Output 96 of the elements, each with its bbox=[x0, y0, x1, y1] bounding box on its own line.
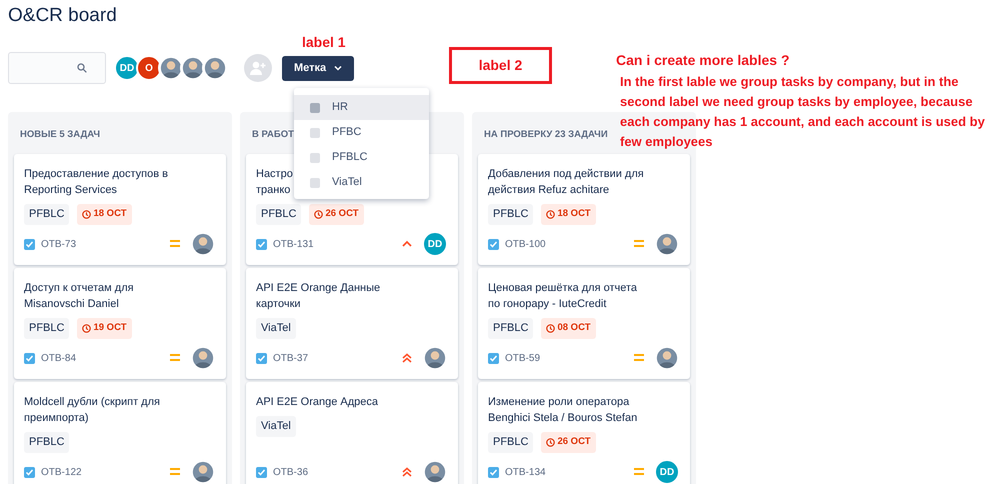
label-tag: PFBLC bbox=[488, 204, 534, 224]
item-label: PFBC bbox=[332, 125, 362, 140]
task-type-icon bbox=[256, 238, 267, 250]
task-card[interactable]: Изменение роли оператора Benghici Stela / Bouros Stefan PFBLC 26 ОСТ ОТВ-134 DD bbox=[478, 382, 690, 484]
issue-key[interactable]: ОТВ-36 bbox=[273, 464, 308, 480]
due-date-tag: 26 ОСТ bbox=[309, 204, 364, 224]
task-card[interactable]: Moldcell дубли (скрипт для преимпорта) PFBLC ОТВ-122 bbox=[14, 382, 226, 484]
task-card[interactable]: Добавления под действии для действия Refuz achitare PFBLC 18 ОСТ ОТВ-100 bbox=[478, 154, 690, 265]
task-type-icon bbox=[24, 352, 35, 364]
medium-priority-icon bbox=[634, 239, 644, 249]
due-date-tag: 19 ОСТ bbox=[77, 318, 132, 338]
issue-key[interactable]: ОТВ-73 bbox=[41, 236, 76, 252]
medium-priority-icon bbox=[170, 353, 180, 363]
clock-icon bbox=[546, 210, 556, 219]
card-title: Изменение роли оператора Benghici Stela / Bouros Stefan bbox=[488, 395, 638, 426]
highest-priority-icon bbox=[402, 467, 412, 477]
label-tag: ViaTel bbox=[256, 416, 296, 436]
checkbox[interactable] bbox=[310, 178, 320, 188]
avatar[interactable]: O bbox=[136, 55, 162, 81]
item-label: HR bbox=[332, 100, 348, 116]
label-filter-button[interactable]: Метка bbox=[282, 56, 354, 80]
label-tag: PFBLC bbox=[24, 204, 70, 224]
checkbox[interactable] bbox=[310, 152, 320, 162]
card-title: Предоставление доступов в Reporting Services bbox=[24, 167, 168, 198]
avatar-icon[interactable] bbox=[190, 231, 216, 257]
task-type-icon bbox=[488, 466, 499, 478]
column-header: В РАБОТ bbox=[252, 129, 294, 140]
label-tag: PFBLC bbox=[488, 432, 534, 452]
card-title: API E2E Orange Адреса bbox=[256, 395, 378, 410]
dropdown-item[interactable]: HR bbox=[294, 95, 429, 120]
task-card[interactable]: API E2E Orange Данные карточки ViaTel ОТВ-37 bbox=[246, 268, 458, 379]
annotation-text: Can i create more lables ? bbox=[616, 51, 790, 70]
column-header: НА ПРОВЕРКУ 23 ЗАДАЧИ bbox=[484, 129, 608, 140]
medium-priority-icon bbox=[634, 353, 644, 363]
annotation-text: In the first lable we group tasks by company, but in the second label we need group tasks by employee, because each company has 1 account, and each account is used by few employees bbox=[620, 73, 986, 151]
label-tag: PFBLC bbox=[24, 432, 70, 452]
checkbox[interactable] bbox=[310, 128, 320, 138]
label-tag: PFBLC bbox=[488, 318, 534, 338]
clock-icon bbox=[546, 324, 556, 333]
avatar-icon[interactable] bbox=[654, 231, 680, 257]
label-tag: ViaTel bbox=[256, 318, 296, 338]
due-date-tag: 26 ОСТ bbox=[541, 432, 596, 452]
task-card[interactable]: Доступ к отчетам для Misanovschi Daniel PFBLC 19 ОСТ ОТВ-84 bbox=[14, 268, 226, 379]
avatar-icon[interactable] bbox=[422, 345, 448, 371]
annotation-box: label 2 bbox=[449, 47, 552, 84]
clock-icon bbox=[546, 438, 556, 447]
avatar-icon[interactable] bbox=[190, 345, 216, 371]
issue-key[interactable]: ОТВ-59 bbox=[505, 350, 540, 366]
annotation-text: label 1 bbox=[302, 33, 346, 52]
task-type-icon bbox=[256, 352, 267, 364]
avatar-icon[interactable] bbox=[422, 459, 448, 484]
highest-priority-icon bbox=[402, 353, 412, 363]
medium-priority-icon bbox=[170, 467, 180, 477]
card-title: Moldcell дубли (скрипт для преимпорта) bbox=[24, 395, 160, 426]
high-priority-icon bbox=[402, 239, 412, 249]
card-title: Доступ к отчетам для Misanovschi Daniel bbox=[24, 281, 134, 312]
search-icon[interactable] bbox=[77, 63, 87, 73]
issue-key[interactable]: ОТВ-100 bbox=[505, 236, 546, 252]
task-type-icon bbox=[24, 238, 35, 250]
card-title: Настро транко bbox=[256, 167, 293, 198]
search-field[interactable] bbox=[8, 52, 106, 84]
task-type-icon bbox=[488, 238, 499, 250]
clock-icon bbox=[82, 324, 92, 333]
issue-key[interactable]: ОТВ-131 bbox=[273, 236, 314, 252]
due-date-tag: 18 ОСТ bbox=[541, 204, 596, 224]
avatar-icon[interactable] bbox=[190, 459, 216, 484]
board-title: O&CR board bbox=[8, 4, 118, 28]
add-person-icon bbox=[250, 61, 266, 75]
card-title: Ценовая решётка для отчета по гонорару - IuteCredit bbox=[488, 281, 638, 312]
label-tag: PFBLC bbox=[256, 204, 302, 224]
clock-icon bbox=[314, 210, 324, 219]
medium-priority-icon bbox=[634, 467, 644, 477]
task-card[interactable]: API E2E Orange Адреса ViaTel ОТВ-36 bbox=[246, 382, 458, 484]
task-type-icon bbox=[488, 352, 499, 364]
issue-key[interactable]: ОТВ-134 bbox=[505, 464, 546, 480]
issue-key[interactable]: ОТВ-37 bbox=[273, 350, 308, 366]
task-type-icon bbox=[24, 466, 35, 478]
issue-key[interactable]: ОТВ-122 bbox=[41, 464, 82, 480]
item-label: ViaTel bbox=[332, 175, 362, 190]
medium-priority-icon bbox=[170, 239, 180, 249]
dropdown-item[interactable]: PFBC bbox=[294, 120, 429, 145]
avatar-icon[interactable] bbox=[202, 55, 228, 81]
column-header: НОВЫЕ 5 ЗАДАЧ bbox=[20, 129, 100, 140]
clock-icon bbox=[82, 210, 92, 219]
dropdown-item[interactable]: ViaTel bbox=[294, 170, 429, 195]
due-date-tag: 18 ОСТ bbox=[77, 204, 132, 224]
checkbox[interactable] bbox=[310, 102, 320, 112]
card-title: Добавления под действии для действия Refuz achitare bbox=[488, 167, 644, 198]
issue-key[interactable]: ОТВ-84 bbox=[41, 350, 76, 366]
due-date-tag: 08 ОСТ bbox=[541, 318, 596, 338]
label-tag: PFBLC bbox=[24, 318, 70, 338]
task-card[interactable]: Ценовая решётка для отчета по гонорару - IuteCredit PFBLC 08 ОСТ ОТВ-59 bbox=[478, 268, 690, 379]
card-title: API E2E Orange Данные карточки bbox=[256, 281, 380, 312]
task-card[interactable]: Предоставление доступов в Reporting Services PFBLC 18 ОСТ ОТВ-73 bbox=[14, 154, 226, 265]
avatar-icon[interactable] bbox=[654, 345, 680, 371]
task-type-icon bbox=[256, 466, 267, 478]
